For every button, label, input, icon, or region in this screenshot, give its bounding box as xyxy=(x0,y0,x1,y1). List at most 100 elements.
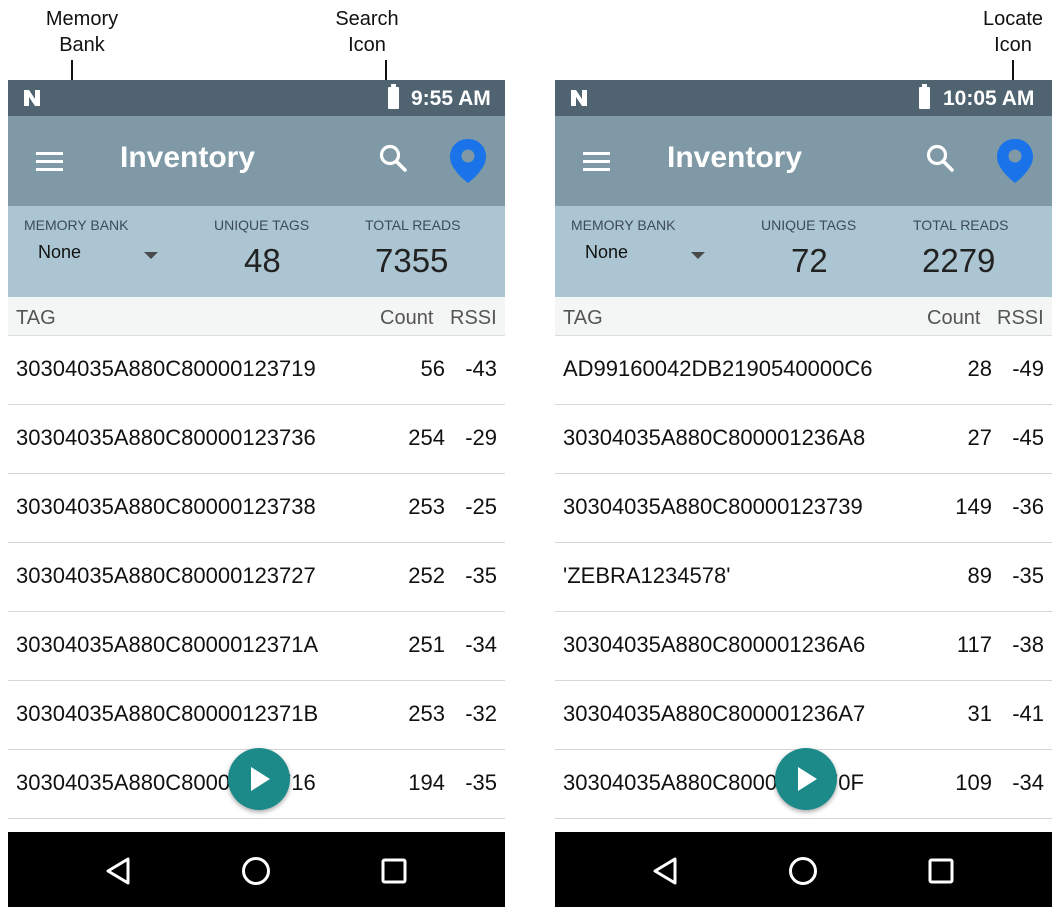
column-rssi[interactable]: RSSI xyxy=(450,307,497,330)
tag-count: 253 xyxy=(408,701,445,726)
tag-rssi: -38 xyxy=(1012,632,1044,657)
total-reads-value: 7355 xyxy=(375,242,449,279)
menu-icon[interactable] xyxy=(36,152,63,171)
tag-rssi: -29 xyxy=(465,425,497,450)
tag-count: 252 xyxy=(408,563,445,588)
tag-rssi: -45 xyxy=(1012,425,1044,450)
tag-id: 30304035A880C800001236A6 xyxy=(563,632,866,657)
battery-icon xyxy=(388,84,399,109)
tag-count: 89 xyxy=(967,563,992,588)
tag-id: 30304035A880C8000012371A xyxy=(16,632,319,657)
table-row[interactable]: AD99160042DB2190540000C6 28 -49 xyxy=(555,336,1052,405)
table-row[interactable]: 'ZEBRA1234578' 89 -35 xyxy=(555,543,1052,612)
memory-bank-label: MEMORY BANK xyxy=(24,217,129,233)
home-circle-icon[interactable] xyxy=(786,854,820,888)
column-count[interactable]: Count xyxy=(927,307,980,330)
tag-rssi: -35 xyxy=(1012,563,1044,588)
back-triangle-icon[interactable] xyxy=(649,854,683,888)
tag-rssi: -32 xyxy=(465,701,497,726)
app-bar: Inventory xyxy=(8,116,505,206)
tag-count: 28 xyxy=(967,356,992,381)
start-inventory-button[interactable] xyxy=(228,748,290,810)
tag-id: 30304035A880C80000123719 xyxy=(16,356,316,381)
table-row[interactable]: 30304035A880C80000123727 252 -35 xyxy=(8,543,505,612)
stats-panel: MEMORY BANK None UNIQUE TAGS 48 TOTAL RE… xyxy=(8,206,505,297)
app-bar: Inventory xyxy=(555,116,1052,206)
callout-search-icon: Search Icon xyxy=(335,8,399,56)
play-icon xyxy=(798,767,817,791)
unique-tags-value: 72 xyxy=(791,242,828,279)
location-pin-icon[interactable] xyxy=(448,137,488,185)
tag-rssi: -36 xyxy=(1012,494,1044,519)
tag-rssi: -35 xyxy=(465,563,497,588)
table-row[interactable]: 30304035A880C8000012371B 253 -32 xyxy=(8,681,505,750)
tag-list: 30304035A880C80000123719 56 -43 30304035… xyxy=(8,336,505,819)
tag-rssi: -41 xyxy=(1012,701,1044,726)
tag-count: 251 xyxy=(408,632,445,657)
tag-rssi: -25 xyxy=(465,494,497,519)
memory-bank-value: None xyxy=(585,242,629,262)
table-row[interactable]: 30304035A880C8000012371A 251 -34 xyxy=(8,612,505,681)
table-row[interactable]: 30304035A880C80000123736 254 -29 xyxy=(8,405,505,474)
notification-n-icon xyxy=(571,90,587,106)
table-row[interactable]: 30304035A880C800001236A8 27 -45 xyxy=(555,405,1052,474)
tag-count: 254 xyxy=(408,425,445,450)
table-row[interactable]: 30304035A880C800001236A7 31 -41 xyxy=(555,681,1052,750)
tag-count: 194 xyxy=(408,770,445,795)
battery-icon xyxy=(919,84,930,109)
tag-id: 30304035A880C80000123727 xyxy=(16,563,316,588)
search-icon[interactable] xyxy=(923,141,959,177)
callout-locate-icon: Locate Icon xyxy=(982,8,1044,56)
tag-rssi: -34 xyxy=(465,632,497,657)
phone-screen-right: 10:05 AM Inventory MEMORY BANK None UNIQ… xyxy=(555,80,1052,907)
table-header: TAG Count RSSI xyxy=(8,297,505,336)
page-title: Inventory xyxy=(667,141,803,174)
tag-count: 27 xyxy=(967,425,992,450)
table-row[interactable]: 30304035A880C800001236A6 117 -38 xyxy=(555,612,1052,681)
tag-id: 30304035A880C80000123736 xyxy=(16,425,316,450)
tag-count: 149 xyxy=(955,494,992,519)
tag-id: 30304035A880C800001236A8 xyxy=(563,425,866,450)
table-row[interactable]: 30304035A880C80000123739 149 -36 xyxy=(555,474,1052,543)
column-rssi[interactable]: RSSI xyxy=(997,307,1044,330)
table-row[interactable]: 30304035A880C80000123719 56 -43 xyxy=(8,336,505,405)
tag-id: 30304035A880C8000012371B xyxy=(16,701,319,726)
tag-count: 31 xyxy=(967,701,992,726)
back-triangle-icon[interactable] xyxy=(102,854,136,888)
tag-id: 30304035A880C80000123739 xyxy=(563,494,863,519)
column-tag[interactable]: TAG xyxy=(16,307,56,330)
system-nav-bar xyxy=(555,832,1052,907)
total-reads-label: TOTAL READS xyxy=(365,217,461,233)
unique-tags-label: UNIQUE TAGS xyxy=(214,217,310,233)
table-header: TAG Count RSSI xyxy=(555,297,1052,336)
status-bar: 9:55 AM xyxy=(8,80,505,116)
chevron-down-icon xyxy=(691,252,705,259)
recents-square-icon[interactable] xyxy=(924,854,958,888)
tag-count: 253 xyxy=(408,494,445,519)
unique-tags-label: UNIQUE TAGS xyxy=(761,217,857,233)
status-time: 10:05 AM xyxy=(943,87,1035,110)
unique-tags-value: 48 xyxy=(244,242,281,279)
start-inventory-button[interactable] xyxy=(775,748,837,810)
system-nav-bar xyxy=(8,832,505,907)
tag-count: 117 xyxy=(956,632,992,657)
status-time: 9:55 AM xyxy=(411,87,491,110)
notification-n-icon xyxy=(24,90,40,106)
column-tag[interactable]: TAG xyxy=(563,307,603,330)
phone-screen-left: 9:55 AM Inventory MEMORY BANK None UNIQU… xyxy=(8,80,505,907)
tag-rssi: -34 xyxy=(1012,770,1044,795)
tag-id: 30304035A880C800001236A7 xyxy=(563,701,866,726)
home-circle-icon[interactable] xyxy=(239,854,273,888)
table-row[interactable]: 30304035A880C80000123738 253 -25 xyxy=(8,474,505,543)
search-icon[interactable] xyxy=(376,141,412,177)
location-pin-icon[interactable] xyxy=(995,137,1035,185)
tag-count: 56 xyxy=(420,356,445,381)
tag-id: AD99160042DB2190540000C6 xyxy=(563,356,873,381)
callout-memory-bank: Memory Bank xyxy=(45,8,119,56)
menu-icon[interactable] xyxy=(583,152,610,171)
recents-square-icon[interactable] xyxy=(377,854,411,888)
tag-rssi: -49 xyxy=(1012,356,1044,381)
column-count[interactable]: Count xyxy=(380,307,433,330)
tag-count: 109 xyxy=(955,770,992,795)
tag-list: AD99160042DB2190540000C6 28 -49 30304035… xyxy=(555,336,1052,819)
